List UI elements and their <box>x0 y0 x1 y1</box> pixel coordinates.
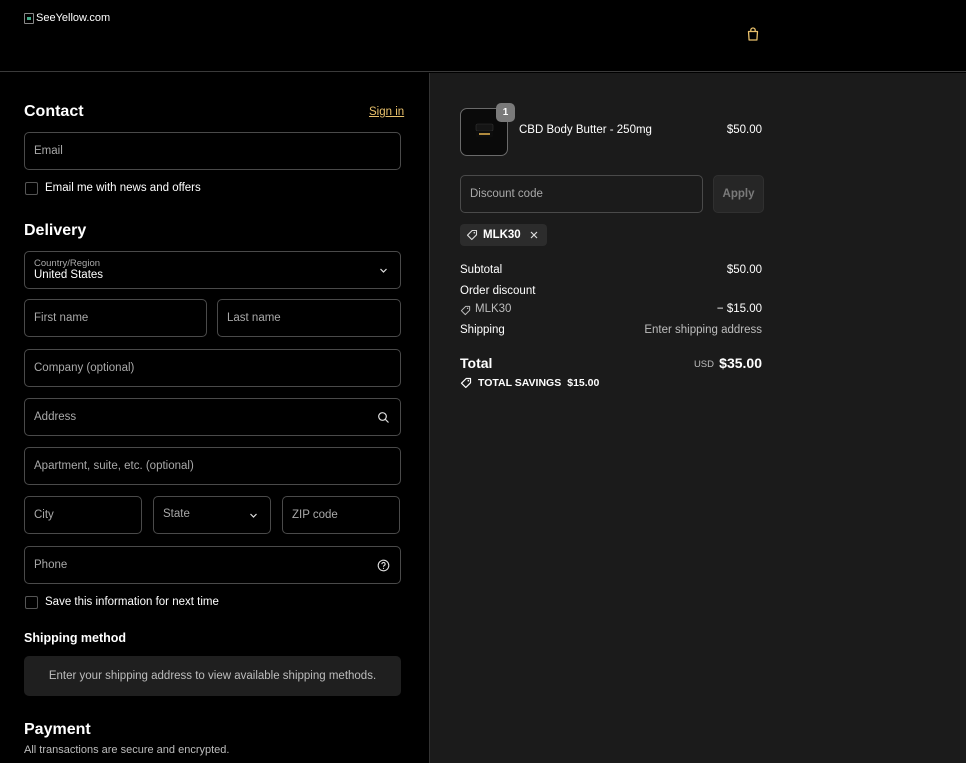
contact-heading: Contact <box>24 103 84 120</box>
state-select[interactable]: State <box>153 496 271 534</box>
shopping-bag-icon[interactable] <box>745 26 761 42</box>
chevron-down-icon <box>250 513 257 518</box>
savings-label: TOTAL SAVINGS <box>478 377 562 389</box>
discount-code-field[interactable]: Discount code <box>460 175 703 213</box>
apartment-placeholder: Apartment, suite, etc. (optional) <box>34 460 194 472</box>
chevron-down-icon <box>380 268 387 273</box>
save-info-checkbox[interactable] <box>25 596 38 609</box>
city-field[interactable]: City <box>24 496 142 534</box>
apartment-field[interactable]: Apartment, suite, etc. (optional) <box>24 447 401 485</box>
order-discount-label: Order discount <box>460 285 536 297</box>
header: SeeYellow.com <box>0 0 966 72</box>
tag-icon <box>466 229 478 241</box>
tag-icon <box>460 305 471 316</box>
applied-code-label: MLK30 <box>483 229 521 241</box>
checkout-form: Contact Sign in Email Email me with news… <box>0 73 429 763</box>
last-name-placeholder: Last name <box>227 312 281 324</box>
total-value: $35.00 <box>719 355 762 371</box>
payment-heading: Payment <box>24 721 91 738</box>
phone-placeholder: Phone <box>34 559 68 571</box>
first-name-placeholder: First name <box>34 312 89 324</box>
broken-image-icon <box>24 12 34 24</box>
search-icon[interactable] <box>377 411 390 424</box>
email-field[interactable]: Email <box>24 132 401 170</box>
phone-field[interactable]: Phone <box>24 546 401 584</box>
shipping-method-notice: Enter your shipping address to view avai… <box>24 656 401 696</box>
shipping-label: Shipping <box>460 324 505 336</box>
zip-placeholder: ZIP code <box>292 509 338 521</box>
logo-alt-text: SeeYellow.com <box>36 12 111 24</box>
shipping-method-heading: Shipping method <box>24 631 127 645</box>
country-select[interactable]: Country/Region United States <box>24 251 401 289</box>
save-info-label: Save this information for next time <box>45 596 219 608</box>
currency-code: USD <box>693 359 714 370</box>
help-circle-icon[interactable] <box>377 559 390 572</box>
subtotal-value: $50.00 <box>726 264 762 276</box>
subtotal-label: Subtotal <box>460 264 503 276</box>
payment-subtitle: All transactions are secure and encrypte… <box>24 744 230 756</box>
sign-in-link[interactable]: Sign in <box>369 106 404 118</box>
product-name: CBD Body Butter - 250mg <box>519 124 652 136</box>
last-name-field[interactable]: Last name <box>217 299 401 337</box>
zip-field[interactable]: ZIP code <box>282 496 400 534</box>
country-label: Country/Region <box>34 258 101 269</box>
city-placeholder: City <box>34 509 54 521</box>
discount-code-label: MLK30 <box>475 303 512 315</box>
company-placeholder: Company (optional) <box>34 362 135 374</box>
product-price: $50.00 <box>726 124 762 136</box>
total-label: Total <box>460 355 493 371</box>
news-checkbox[interactable] <box>25 182 38 195</box>
savings-value: $15.00 <box>567 377 600 389</box>
email-placeholder: Email <box>34 145 63 157</box>
total-savings: TOTAL SAVINGS $15.00 <box>460 377 599 389</box>
product-jar-icon <box>475 123 494 137</box>
discount-placeholder: Discount code <box>470 188 543 200</box>
quantity-badge: 1 <box>496 103 515 122</box>
close-icon[interactable] <box>529 230 539 240</box>
address-placeholder: Address <box>34 411 77 423</box>
shipping-value: Enter shipping address <box>644 324 762 336</box>
applied-discount-chip: MLK30 <box>460 224 547 246</box>
news-checkbox-label: Email me with news and offers <box>45 182 201 194</box>
address-field[interactable]: Address <box>24 398 401 436</box>
order-summary: 1 CBD Body Butter - 250mg $50.00 Discoun… <box>429 73 966 763</box>
discount-value: − $15.00 <box>716 303 762 315</box>
first-name-field[interactable]: First name <box>24 299 207 337</box>
tag-icon <box>460 377 472 389</box>
country-value: United States <box>34 269 104 281</box>
company-field[interactable]: Company (optional) <box>24 349 401 387</box>
delivery-heading: Delivery <box>24 222 87 239</box>
store-logo[interactable]: SeeYellow.com <box>24 12 110 24</box>
state-placeholder: State <box>163 508 190 520</box>
apply-button[interactable]: Apply <box>713 175 764 213</box>
